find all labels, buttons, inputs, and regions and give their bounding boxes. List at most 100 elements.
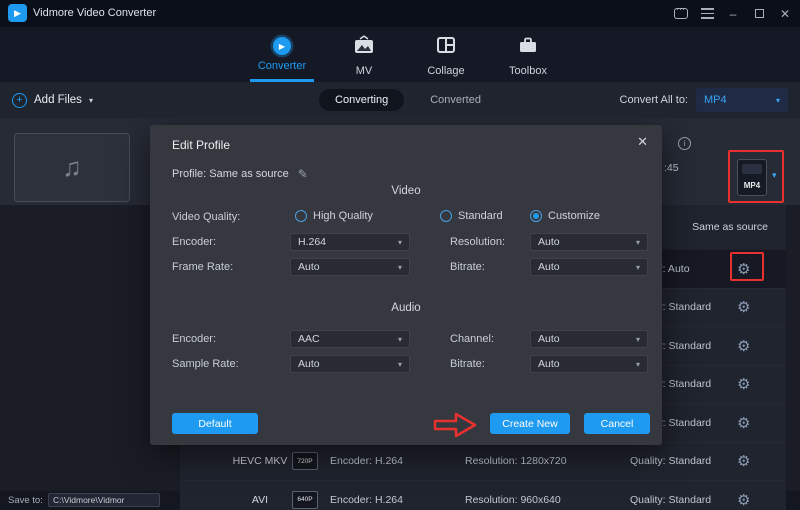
audio-encoder-select[interactable]: AAC (290, 330, 410, 348)
music-note-icon (62, 152, 82, 183)
plus-icon (12, 93, 27, 108)
maximize-button[interactable] (746, 0, 772, 27)
info-icon[interactable] (678, 137, 691, 150)
profile-row[interactable]: AVI 640P Encoder: H.264 Resolution: 960x… (180, 480, 786, 510)
video-section-title: Video (150, 185, 662, 197)
encoder-label: Encoder: (172, 233, 216, 251)
select-value: Auto (538, 236, 632, 248)
maximize-icon (755, 9, 764, 18)
save-path-input[interactable]: C:\Vidmore\Vidmor (48, 493, 160, 507)
feedback-button[interactable] (668, 0, 694, 27)
profile-line: Profile: Same as source (172, 167, 308, 181)
dialog-close-icon[interactable] (637, 134, 648, 150)
mv-icon (353, 35, 375, 60)
converter-icon (273, 37, 291, 55)
add-files-label: Add Files (34, 94, 82, 106)
radio-label: Customize (548, 210, 600, 222)
toolbox-icon (518, 35, 538, 60)
feedback-icon (674, 8, 688, 19)
cancel-button[interactable]: Cancel (584, 413, 650, 434)
file-thumbnail (14, 133, 130, 202)
profile-line-text: Profile: Same as source (172, 168, 289, 180)
resolution-label: Resolution: (450, 233, 505, 251)
frame-rate-select[interactable]: Auto (290, 258, 410, 276)
dialog-title: Edit Profile (172, 138, 230, 152)
create-new-button[interactable]: Create New (490, 413, 570, 434)
select-value: Auto (538, 261, 632, 273)
output-format-button[interactable]: MP4 (737, 159, 767, 196)
radio-standard[interactable]: Standard (440, 210, 503, 222)
gear-icon[interactable] (737, 414, 750, 432)
encoder-select[interactable]: H.264 (290, 233, 410, 251)
select-value: Auto (538, 333, 632, 345)
add-files-button[interactable]: Add Files (12, 82, 93, 118)
audio-encoder-label: Encoder: (172, 330, 216, 348)
profile-resolution: Resolution: 1280x720 (465, 455, 567, 467)
chevron-down-icon (636, 360, 640, 369)
tab-toolbox[interactable]: Toolbox (490, 35, 566, 77)
convert-all-value: MP4 (704, 94, 776, 106)
radio-label: High Quality (313, 210, 373, 222)
close-button[interactable]: ✕ (772, 0, 798, 27)
titlebar: Vidmore Video Converter – ✕ (0, 0, 800, 27)
radio-icon (295, 210, 307, 222)
tab-converting[interactable]: Converting (319, 89, 404, 111)
gear-icon[interactable] (737, 260, 750, 278)
chevron-down-icon (636, 335, 640, 344)
minimize-button[interactable]: – (720, 0, 746, 27)
collage-icon (436, 35, 456, 60)
gear-icon[interactable] (737, 491, 750, 509)
save-to-label: Save to: (8, 495, 43, 506)
app-window: Vidmore Video Converter – ✕ Converter MV… (0, 0, 800, 510)
radio-icon (440, 210, 452, 222)
format-icon-label: MP4 (744, 181, 760, 190)
format-dropdown-caret[interactable] (772, 170, 777, 181)
select-value: AAC (298, 333, 394, 345)
tab-converter[interactable]: Converter (244, 35, 320, 77)
select-value: Auto (298, 358, 394, 370)
tab-label: Collage (427, 65, 464, 77)
audio-bitrate-select[interactable]: Auto (530, 355, 648, 373)
tab-collage[interactable]: Collage (408, 35, 484, 77)
resolution-select[interactable]: Auto (530, 233, 648, 251)
tab-mv[interactable]: MV (326, 35, 402, 77)
gear-icon[interactable] (737, 298, 750, 316)
radio-customize[interactable]: Customize (530, 210, 600, 222)
tab-converted[interactable]: Converted (430, 94, 481, 106)
radio-selected-icon (530, 210, 542, 222)
profile-name: HEVC MKV (220, 455, 300, 467)
tab-label: Converter (258, 60, 306, 72)
profile-encoder: Encoder: H.264 (330, 494, 403, 506)
chevron-down-icon (636, 238, 640, 247)
audio-bitrate-label: Bitrate: (450, 355, 485, 373)
menu-button[interactable] (694, 0, 720, 27)
toolbar: Add Files Converting Converted Convert A… (0, 82, 800, 118)
chevron-down-icon (398, 238, 402, 247)
hamburger-icon (701, 8, 714, 19)
channel-select[interactable]: Auto (530, 330, 648, 348)
edit-pencil-icon[interactable] (298, 167, 308, 181)
convert-all-label: Convert All to: (620, 94, 688, 106)
profile-resolution: Resolution: 960x640 (465, 494, 561, 506)
profile-quality: Quality: Standard (630, 455, 711, 467)
select-value: Auto (538, 358, 632, 370)
chevron-down-icon (398, 360, 402, 369)
bitrate-label: Bitrate: (450, 258, 485, 276)
radio-high-quality[interactable]: High Quality (295, 210, 373, 222)
gear-icon[interactable] (737, 337, 750, 355)
select-value: Auto (298, 261, 394, 273)
chevron-down-icon (89, 96, 93, 105)
sample-rate-select[interactable]: Auto (290, 355, 410, 373)
frame-rate-label: Frame Rate: (172, 258, 233, 276)
main-nav: Converter MV Collage Toolbox (0, 27, 800, 82)
convert-all-format-dropdown[interactable]: MP4 (696, 88, 788, 112)
default-button[interactable]: Default (172, 413, 258, 434)
bitrate-select[interactable]: Auto (530, 258, 648, 276)
gear-icon[interactable] (737, 375, 750, 393)
tab-label: MV (356, 65, 373, 77)
gear-icon[interactable] (737, 452, 750, 470)
profile-row[interactable]: HEVC MKV 720P Encoder: H.264 Resolution:… (180, 442, 786, 481)
chevron-down-icon (636, 263, 640, 272)
chevron-down-icon (776, 96, 780, 105)
channel-label: Channel: (450, 330, 494, 348)
